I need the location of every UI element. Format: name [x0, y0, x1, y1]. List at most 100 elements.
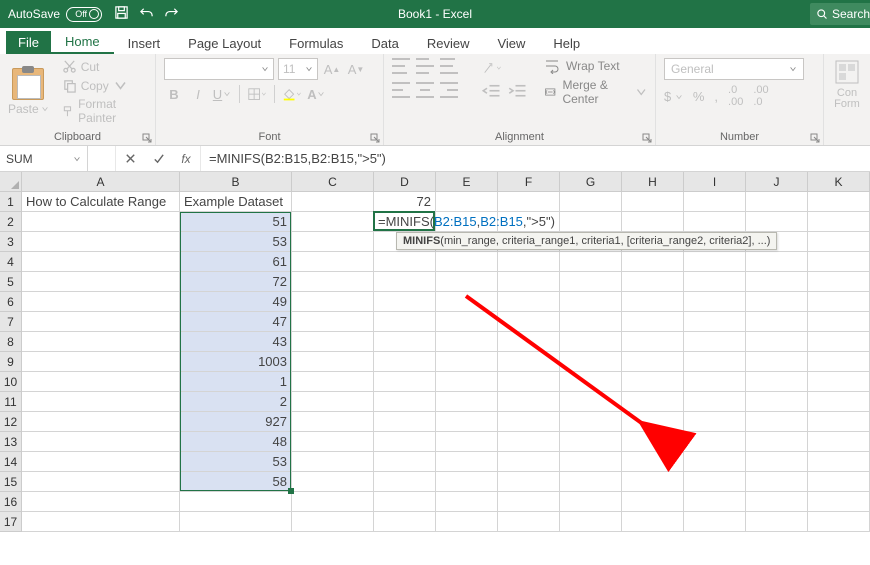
cell[interactable]	[684, 312, 746, 332]
cell[interactable]	[684, 352, 746, 372]
font-family-select[interactable]	[164, 58, 274, 80]
cell[interactable]	[498, 432, 560, 452]
cell[interactable]	[436, 292, 498, 312]
cell[interactable]	[746, 232, 808, 252]
dialog-launcher-icon[interactable]	[810, 131, 820, 141]
row-header[interactable]: 13	[0, 432, 22, 452]
row-header[interactable]: 10	[0, 372, 22, 392]
row-header[interactable]: 2	[0, 212, 22, 232]
italic-button[interactable]: I	[188, 84, 208, 104]
cell[interactable]	[684, 232, 746, 252]
cell[interactable]	[808, 472, 870, 492]
cell[interactable]	[746, 192, 808, 212]
cell[interactable]	[498, 452, 560, 472]
cell[interactable]	[374, 372, 436, 392]
cell[interactable]	[22, 352, 180, 372]
cell[interactable]	[22, 412, 180, 432]
cell[interactable]	[622, 452, 684, 472]
cell[interactable]	[292, 232, 374, 252]
cell[interactable]	[560, 512, 622, 532]
cell[interactable]	[808, 192, 870, 212]
cell[interactable]	[22, 472, 180, 492]
cell[interactable]	[560, 372, 622, 392]
cell[interactable]	[292, 412, 374, 432]
cell[interactable]	[808, 512, 870, 532]
cell[interactable]	[436, 512, 498, 532]
cell[interactable]	[292, 272, 374, 292]
cell[interactable]	[560, 232, 622, 252]
formula-input[interactable]: =MINIFS(B2:B15,B2:B15,">5")	[201, 146, 870, 171]
cell[interactable]	[436, 192, 498, 212]
row-header[interactable]: 9	[0, 352, 22, 372]
cell[interactable]	[560, 492, 622, 512]
autosave[interactable]: AutoSave Off	[0, 7, 102, 22]
cell[interactable]	[622, 512, 684, 532]
autosave-toggle[interactable]: Off	[66, 7, 102, 22]
cell[interactable]	[684, 452, 746, 472]
row-header[interactable]: 3	[0, 232, 22, 252]
cell[interactable]: 2	[180, 392, 292, 412]
column-header[interactable]: I	[684, 172, 746, 192]
cell[interactable]: 48	[180, 432, 292, 452]
cell[interactable]	[498, 272, 560, 292]
cell[interactable]: 51	[180, 212, 292, 232]
cell[interactable]	[622, 192, 684, 212]
cell[interactable]	[374, 432, 436, 452]
tab-data[interactable]: Data	[357, 32, 412, 54]
cell[interactable]: 49	[180, 292, 292, 312]
cell[interactable]	[180, 492, 292, 512]
cell[interactable]	[746, 452, 808, 472]
cell[interactable]: 53	[180, 452, 292, 472]
cell[interactable]	[292, 352, 374, 372]
cell[interactable]: 53	[180, 232, 292, 252]
cell[interactable]	[560, 352, 622, 372]
cell[interactable]	[622, 472, 684, 492]
row-header[interactable]: 15	[0, 472, 22, 492]
cell[interactable]	[374, 492, 436, 512]
increase-decimal-icon[interactable]: .0.00	[728, 84, 743, 108]
cell[interactable]	[684, 272, 746, 292]
cell[interactable]	[746, 352, 808, 372]
decrease-indent-icon[interactable]	[482, 82, 502, 102]
cell[interactable]: 927	[180, 412, 292, 432]
paste-button[interactable]: Paste	[8, 68, 49, 116]
cell[interactable]	[746, 492, 808, 512]
cell[interactable]: 61	[180, 252, 292, 272]
column-header[interactable]: E	[436, 172, 498, 192]
row-header[interactable]: 17	[0, 512, 22, 532]
cell[interactable]	[374, 472, 436, 492]
cut-button[interactable]: Cut	[59, 58, 147, 75]
cell[interactable]	[374, 332, 436, 352]
column-header[interactable]: G	[560, 172, 622, 192]
cell[interactable]	[498, 252, 560, 272]
cell[interactable]	[746, 272, 808, 292]
cell[interactable]	[22, 332, 180, 352]
cell[interactable]	[622, 232, 684, 252]
cell[interactable]	[292, 192, 374, 212]
column-header[interactable]: D	[374, 172, 436, 192]
row-header[interactable]: 5	[0, 272, 22, 292]
cell[interactable]	[746, 412, 808, 432]
cell[interactable]	[808, 312, 870, 332]
dialog-launcher-icon[interactable]	[370, 131, 380, 141]
cell[interactable]	[436, 392, 498, 412]
cell[interactable]	[684, 332, 746, 352]
cell[interactable]	[746, 372, 808, 392]
column-header[interactable]: A	[22, 172, 180, 192]
cell[interactable]	[746, 292, 808, 312]
cell[interactable]	[374, 252, 436, 272]
cell[interactable]	[684, 252, 746, 272]
cell[interactable]	[22, 292, 180, 312]
cell[interactable]	[684, 432, 746, 452]
column-header[interactable]: B	[180, 172, 292, 192]
cell[interactable]	[560, 192, 622, 212]
cell[interactable]	[808, 432, 870, 452]
cell[interactable]	[292, 452, 374, 472]
cell[interactable]	[436, 352, 498, 372]
cell[interactable]	[622, 212, 684, 232]
column-header[interactable]: H	[622, 172, 684, 192]
cell[interactable]	[22, 432, 180, 452]
cell[interactable]	[22, 212, 180, 232]
cell[interactable]	[622, 252, 684, 272]
cell[interactable]	[498, 372, 560, 392]
